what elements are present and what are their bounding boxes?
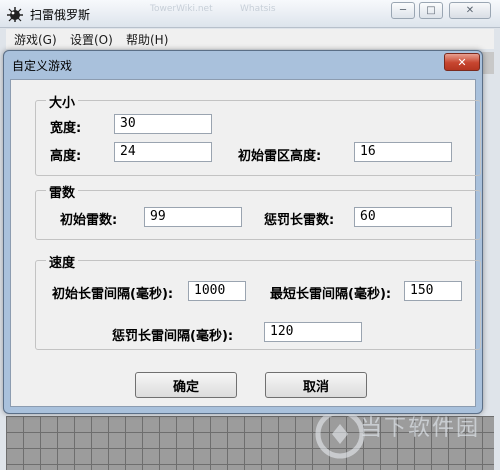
- menu-settings[interactable]: 设置(O): [70, 31, 113, 48]
- penalty-interval-label: 惩罚长雷间隔(毫秒):: [112, 329, 234, 344]
- maximize-button[interactable]: □: [419, 2, 443, 19]
- initial-interval-label: 初始长雷间隔(毫秒):: [52, 287, 174, 302]
- initial-mines-label: 初始雷数:: [60, 213, 118, 228]
- close-icon: ✕: [457, 55, 467, 69]
- width-field[interactable]: 30: [114, 114, 212, 134]
- initial-interval-field[interactable]: 1000: [188, 281, 246, 301]
- initial-mine-height-field[interactable]: 16: [354, 142, 452, 162]
- watermark-text: 当下软件园: [360, 416, 481, 441]
- penalty-interval-field[interactable]: 120: [264, 322, 362, 342]
- size-group: 大小 宽度: 30 高度: 24 初始雷区高度: 16: [35, 92, 481, 176]
- speed-group-label: 速度: [46, 252, 79, 271]
- initial-mines-field[interactable]: 99: [144, 207, 242, 227]
- mines-group-label: 雷数: [46, 182, 79, 201]
- height-field[interactable]: 24: [114, 142, 212, 162]
- maximize-icon: □: [426, 5, 436, 16]
- dialog-close-button[interactable]: ✕: [444, 53, 480, 71]
- main-close-button[interactable]: ✕: [449, 2, 491, 19]
- ok-button[interactable]: 确定: [135, 372, 237, 398]
- main-window-title: 扫雷俄罗斯: [30, 8, 91, 22]
- faded-title-text: TowerWiki.net: [150, 4, 213, 14]
- width-label: 宽度:: [50, 121, 82, 136]
- menu-game[interactable]: 游戏(G): [14, 31, 57, 48]
- penalty-mines-label: 惩罚长雷数:: [264, 213, 335, 228]
- menubar: 游戏(G) 设置(O) 帮助(H): [6, 29, 494, 49]
- main-window-titlebar: 扫雷俄罗斯 TowerWiki.net Whatsis ─ □ ✕: [0, 0, 500, 28]
- initial-mine-height-label: 初始雷区高度:: [238, 149, 322, 164]
- speed-group: 速度 初始长雷间隔(毫秒): 1000 最短长雷间隔(毫秒): 150 惩罚长雷…: [35, 252, 481, 350]
- penalty-mines-field[interactable]: 60: [354, 207, 452, 227]
- height-label: 高度:: [50, 149, 82, 164]
- minesweeper-app-icon: [7, 7, 23, 22]
- mines-group: 雷数 初始雷数: 99 惩罚长雷数: 60: [35, 182, 481, 240]
- minimize-icon: ─: [399, 5, 407, 16]
- faded-title-text: Whatsis: [240, 4, 276, 14]
- size-group-label: 大小: [46, 92, 79, 111]
- close-icon: ✕: [465, 5, 475, 16]
- dialog-body: 大小 宽度: 30 高度: 24 初始雷区高度: 16 雷数 初始雷数: 99 …: [10, 79, 481, 407]
- menu-help[interactable]: 帮助(H): [126, 31, 168, 48]
- min-interval-label: 最短长雷间隔(毫秒):: [270, 287, 392, 302]
- cancel-button[interactable]: 取消: [265, 372, 367, 398]
- dialog-title: 自定义游戏: [12, 59, 73, 73]
- min-interval-field[interactable]: 150: [404, 281, 462, 301]
- minimize-button[interactable]: ─: [391, 2, 415, 19]
- custom-game-dialog: 自定义游戏 ✕ 大小 宽度: 30 高度: 24 初始雷区高度: 16 雷数 初…: [3, 50, 483, 414]
